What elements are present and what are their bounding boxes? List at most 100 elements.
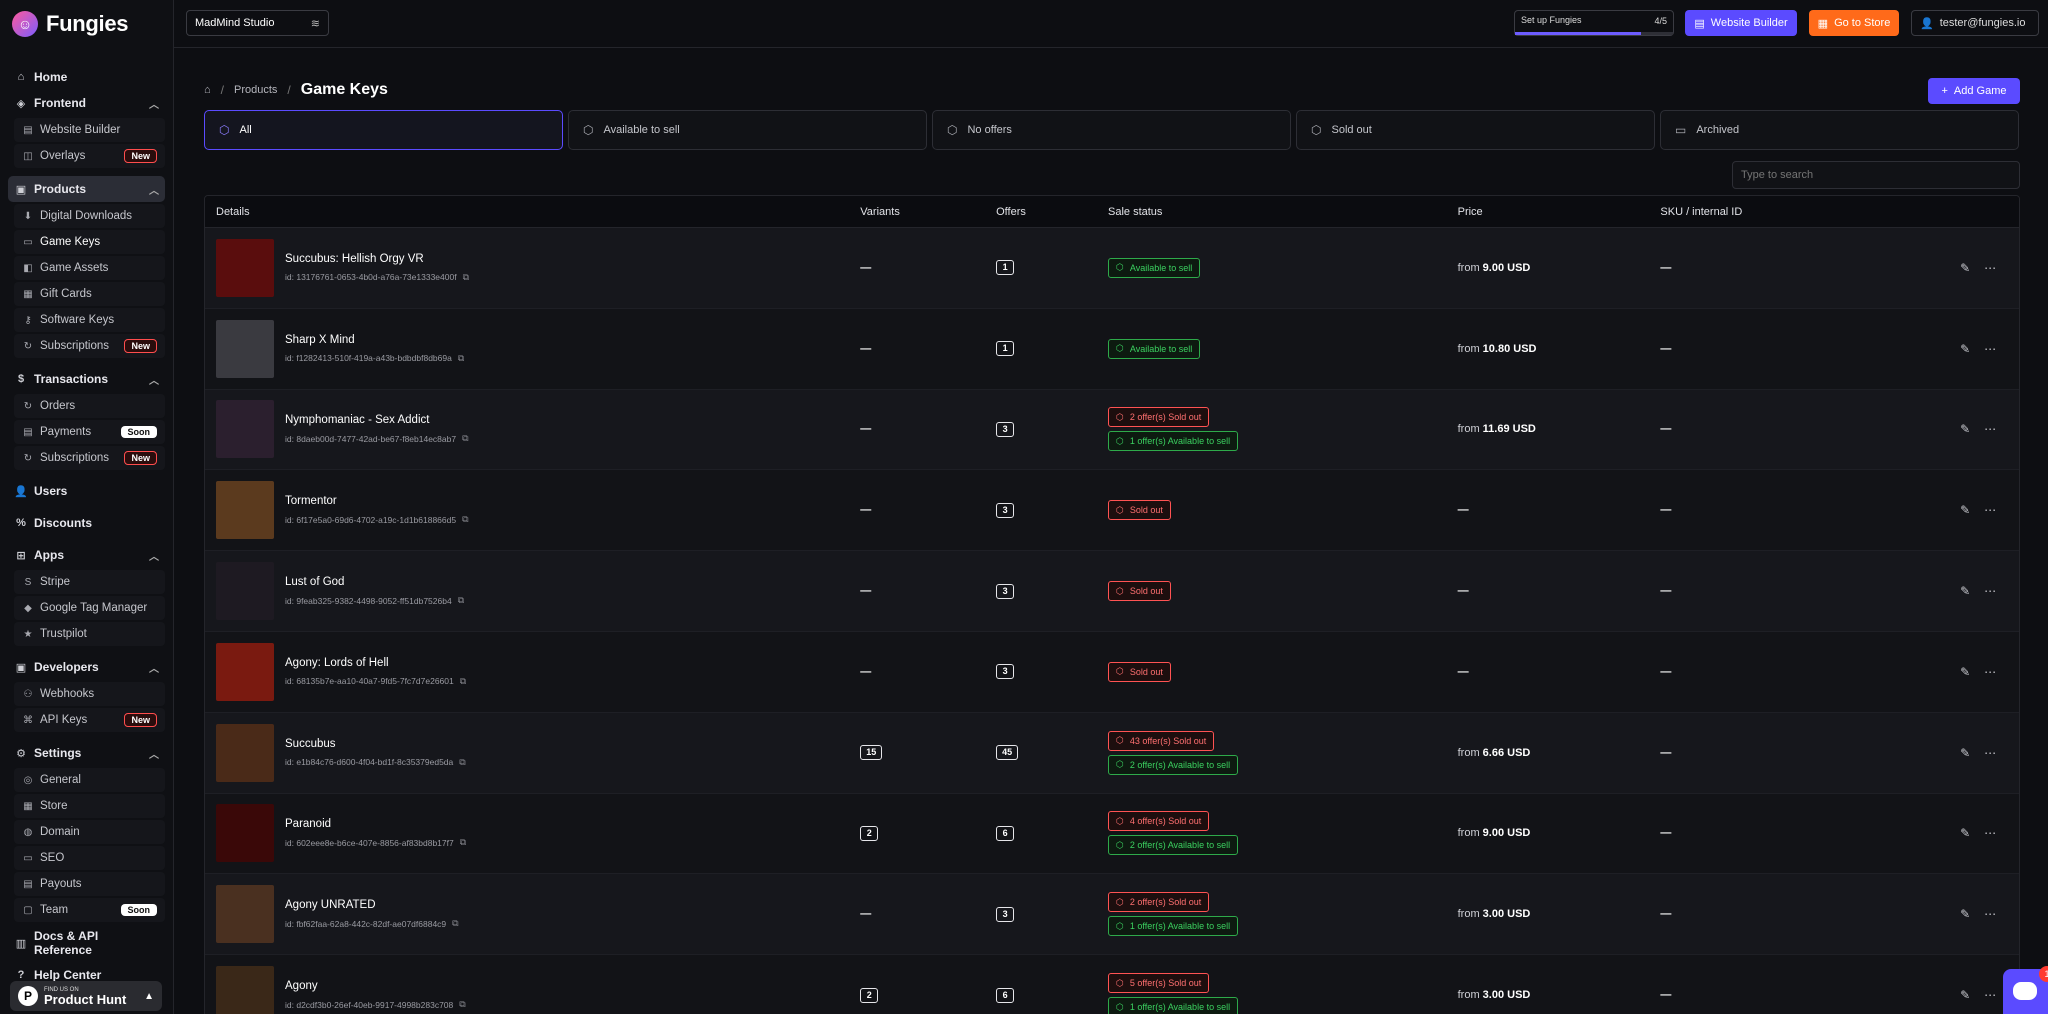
sidebar-item-seo[interactable]: ▭ SEO bbox=[14, 846, 165, 870]
game-title[interactable]: Agony: Lords of Hell bbox=[285, 657, 466, 669]
copy-icon[interactable]: ⧉ bbox=[462, 433, 468, 444]
game-title[interactable]: Tormentor bbox=[285, 495, 469, 507]
table-row[interactable]: Tormentor id: 6f17e5a0-69d6-4702-a19c-1d… bbox=[205, 470, 2019, 552]
sidebar-section-settings[interactable]: ⚙ Settings ︿ bbox=[8, 740, 165, 766]
game-thumbnail[interactable] bbox=[216, 642, 274, 701]
copy-icon[interactable]: ⧉ bbox=[459, 999, 465, 1010]
breadcrumb-products[interactable]: Products bbox=[234, 84, 277, 96]
filter-all[interactable]: ⬡ All bbox=[204, 110, 563, 150]
sidebar-item-home[interactable]: ⌂ Home bbox=[8, 64, 165, 90]
sidebar-item-payouts[interactable]: ▤ Payouts bbox=[14, 872, 165, 896]
add-game-button[interactable]: + Add Game bbox=[1928, 78, 2020, 104]
game-title[interactable]: Succubus: Hellish Orgy VR bbox=[285, 253, 469, 265]
sidebar-item-gift-cards[interactable]: ▦ Gift Cards bbox=[14, 282, 165, 306]
more-icon[interactable]: ⋯ bbox=[1984, 907, 1996, 921]
filter-no-offers[interactable]: ⬡ No offers bbox=[932, 110, 1291, 150]
edit-icon[interactable]: ✎ bbox=[1960, 907, 1970, 921]
table-row[interactable]: Agony id: d2cdf3b0-26ef-40eb-9917-4998b2… bbox=[205, 955, 2019, 1014]
table-row[interactable]: Succubus id: e1b84c76-d600-4f04-bd1f-8c3… bbox=[205, 712, 2019, 794]
game-thumbnail[interactable] bbox=[216, 966, 274, 1014]
game-thumbnail[interactable] bbox=[216, 723, 274, 782]
website-builder-button[interactable]: ▤ Website Builder bbox=[1685, 10, 1797, 36]
table-row[interactable]: Agony UNRATED id: fbf62faa-62a8-442c-82d… bbox=[205, 874, 2019, 956]
more-icon[interactable]: ⋯ bbox=[1984, 988, 1996, 1002]
copy-icon[interactable]: ⧉ bbox=[458, 353, 464, 364]
game-title[interactable]: Sharp X Mind bbox=[285, 334, 464, 346]
sidebar-item-overlays[interactable]: ◫ Overlays New bbox=[14, 144, 165, 168]
sidebar-item-general[interactable]: ◎ General bbox=[14, 768, 165, 792]
table-row[interactable]: Nymphomaniac - Sex Addict id: 8daeb00d-7… bbox=[205, 389, 2019, 471]
sidebar-item-api-keys[interactable]: ⌘ API Keys New bbox=[14, 708, 165, 732]
game-title[interactable]: Succubus bbox=[285, 738, 466, 750]
sidebar-item-docs[interactable]: ▥ Docs & API Reference bbox=[8, 929, 165, 957]
sidebar-item-digital-downloads[interactable]: ⬇ Digital Downloads bbox=[14, 204, 165, 228]
sidebar-item-game-assets[interactable]: ◧ Game Assets bbox=[14, 256, 165, 280]
sidebar-item-product-subscriptions[interactable]: ↻ Subscriptions New bbox=[14, 334, 165, 358]
table-row[interactable]: Succubus: Hellish Orgy VR id: 13176761-0… bbox=[205, 228, 2019, 309]
more-icon[interactable]: ⋯ bbox=[1984, 826, 1996, 840]
sidebar-section-frontend[interactable]: ◈ Frontend ︿ bbox=[8, 90, 165, 116]
game-thumbnail[interactable] bbox=[216, 804, 274, 863]
game-title[interactable]: Paranoid bbox=[285, 818, 466, 830]
copy-icon[interactable]: ⧉ bbox=[458, 595, 464, 606]
sidebar-section-apps[interactable]: ⊞ Apps ︿ bbox=[8, 542, 165, 568]
game-thumbnail[interactable] bbox=[216, 238, 274, 297]
filter-available[interactable]: ⬡ Available to sell bbox=[568, 110, 927, 150]
game-thumbnail[interactable] bbox=[216, 400, 274, 459]
sidebar-item-discounts[interactable]: % Discounts bbox=[8, 510, 165, 536]
sidebar-item-domain[interactable]: ◍ Domain bbox=[14, 820, 165, 844]
copy-icon[interactable]: ⧉ bbox=[463, 272, 469, 283]
logo[interactable]: ☺ Fungies bbox=[0, 0, 173, 48]
game-thumbnail[interactable] bbox=[216, 319, 274, 378]
filter-sold-out[interactable]: ⬡ Sold out bbox=[1296, 110, 1655, 150]
edit-icon[interactable]: ✎ bbox=[1960, 988, 1970, 1002]
game-title[interactable]: Nymphomaniac - Sex Addict bbox=[285, 414, 469, 426]
filter-archived[interactable]: ▭ Archived bbox=[1660, 110, 2019, 150]
go-to-store-button[interactable]: ▦ Go to Store bbox=[1809, 10, 1899, 36]
edit-icon[interactable]: ✎ bbox=[1960, 746, 1970, 760]
sidebar-item-google-tag-manager[interactable]: ◆ Google Tag Manager bbox=[14, 596, 165, 620]
table-row[interactable]: Sharp X Mind id: f1282413-510f-419a-a43b… bbox=[205, 308, 2019, 390]
table-row[interactable]: Paranoid id: 602eee8e-b6ce-407e-8856-af8… bbox=[205, 793, 2019, 875]
sidebar-item-stripe[interactable]: S Stripe bbox=[14, 570, 165, 594]
game-thumbnail[interactable] bbox=[216, 885, 274, 944]
sidebar-item-game-keys[interactable]: ▭ Game Keys bbox=[14, 230, 165, 254]
edit-icon[interactable]: ✎ bbox=[1960, 584, 1970, 598]
table-row[interactable]: Lust of God id: 9feab325-9382-4498-9052-… bbox=[205, 551, 2019, 632]
more-icon[interactable]: ⋯ bbox=[1984, 503, 1996, 517]
sidebar-item-website-builder[interactable]: ▤ Website Builder bbox=[14, 118, 165, 142]
more-icon[interactable]: ⋯ bbox=[1984, 422, 1996, 436]
game-thumbnail[interactable] bbox=[216, 481, 274, 540]
more-icon[interactable]: ⋯ bbox=[1984, 584, 1996, 598]
copy-icon[interactable]: ⧉ bbox=[460, 676, 466, 687]
sidebar-item-transaction-subscriptions[interactable]: ↻ Subscriptions New bbox=[14, 446, 165, 470]
edit-icon[interactable]: ✎ bbox=[1960, 826, 1970, 840]
game-title[interactable]: Lust of God bbox=[285, 576, 464, 588]
setup-progress[interactable]: Set up Fungies 4/5 bbox=[1514, 10, 1674, 36]
sidebar-item-trustpilot[interactable]: ★ Trustpilot bbox=[14, 622, 165, 646]
copy-icon[interactable]: ⧉ bbox=[462, 514, 468, 525]
more-icon[interactable]: ⋯ bbox=[1984, 746, 1996, 760]
sidebar-section-products[interactable]: ▣ Products ︿ bbox=[8, 176, 165, 202]
sidebar-item-store[interactable]: ▦ Store bbox=[14, 794, 165, 818]
search-input[interactable] bbox=[1732, 161, 2020, 189]
copy-icon[interactable]: ⧉ bbox=[459, 757, 465, 768]
sidebar-item-webhooks[interactable]: ⚇ Webhooks bbox=[14, 682, 165, 706]
game-title[interactable]: Agony UNRATED bbox=[285, 899, 459, 911]
edit-icon[interactable]: ✎ bbox=[1960, 422, 1970, 436]
product-hunt-badge[interactable]: P FIND US ON Product Hunt ▲ bbox=[10, 981, 162, 1011]
sidebar-item-orders[interactable]: ↻ Orders bbox=[14, 394, 165, 418]
game-title[interactable]: Agony bbox=[285, 980, 466, 992]
edit-icon[interactable]: ✎ bbox=[1960, 342, 1970, 356]
sidebar-item-payments[interactable]: ▤ Payments Soon bbox=[14, 420, 165, 444]
copy-icon[interactable]: ⧉ bbox=[460, 837, 466, 848]
home-icon[interactable]: ⌂ bbox=[204, 84, 211, 96]
studio-selector[interactable]: MadMind Studio ≋ bbox=[186, 10, 329, 36]
user-menu[interactable]: 👤 tester@fungies.io bbox=[1911, 10, 2039, 36]
more-icon[interactable]: ⋯ bbox=[1984, 261, 1996, 275]
sidebar-section-developers[interactable]: ▣ Developers ︿ bbox=[8, 654, 165, 680]
sidebar-section-transactions[interactable]: $ Transactions ︿ bbox=[8, 366, 165, 392]
more-icon[interactable]: ⋯ bbox=[1984, 342, 1996, 356]
table-row[interactable]: Agony: Lords of Hell id: 68135b7e-aa10-4… bbox=[205, 631, 2019, 713]
more-icon[interactable]: ⋯ bbox=[1984, 665, 1996, 679]
